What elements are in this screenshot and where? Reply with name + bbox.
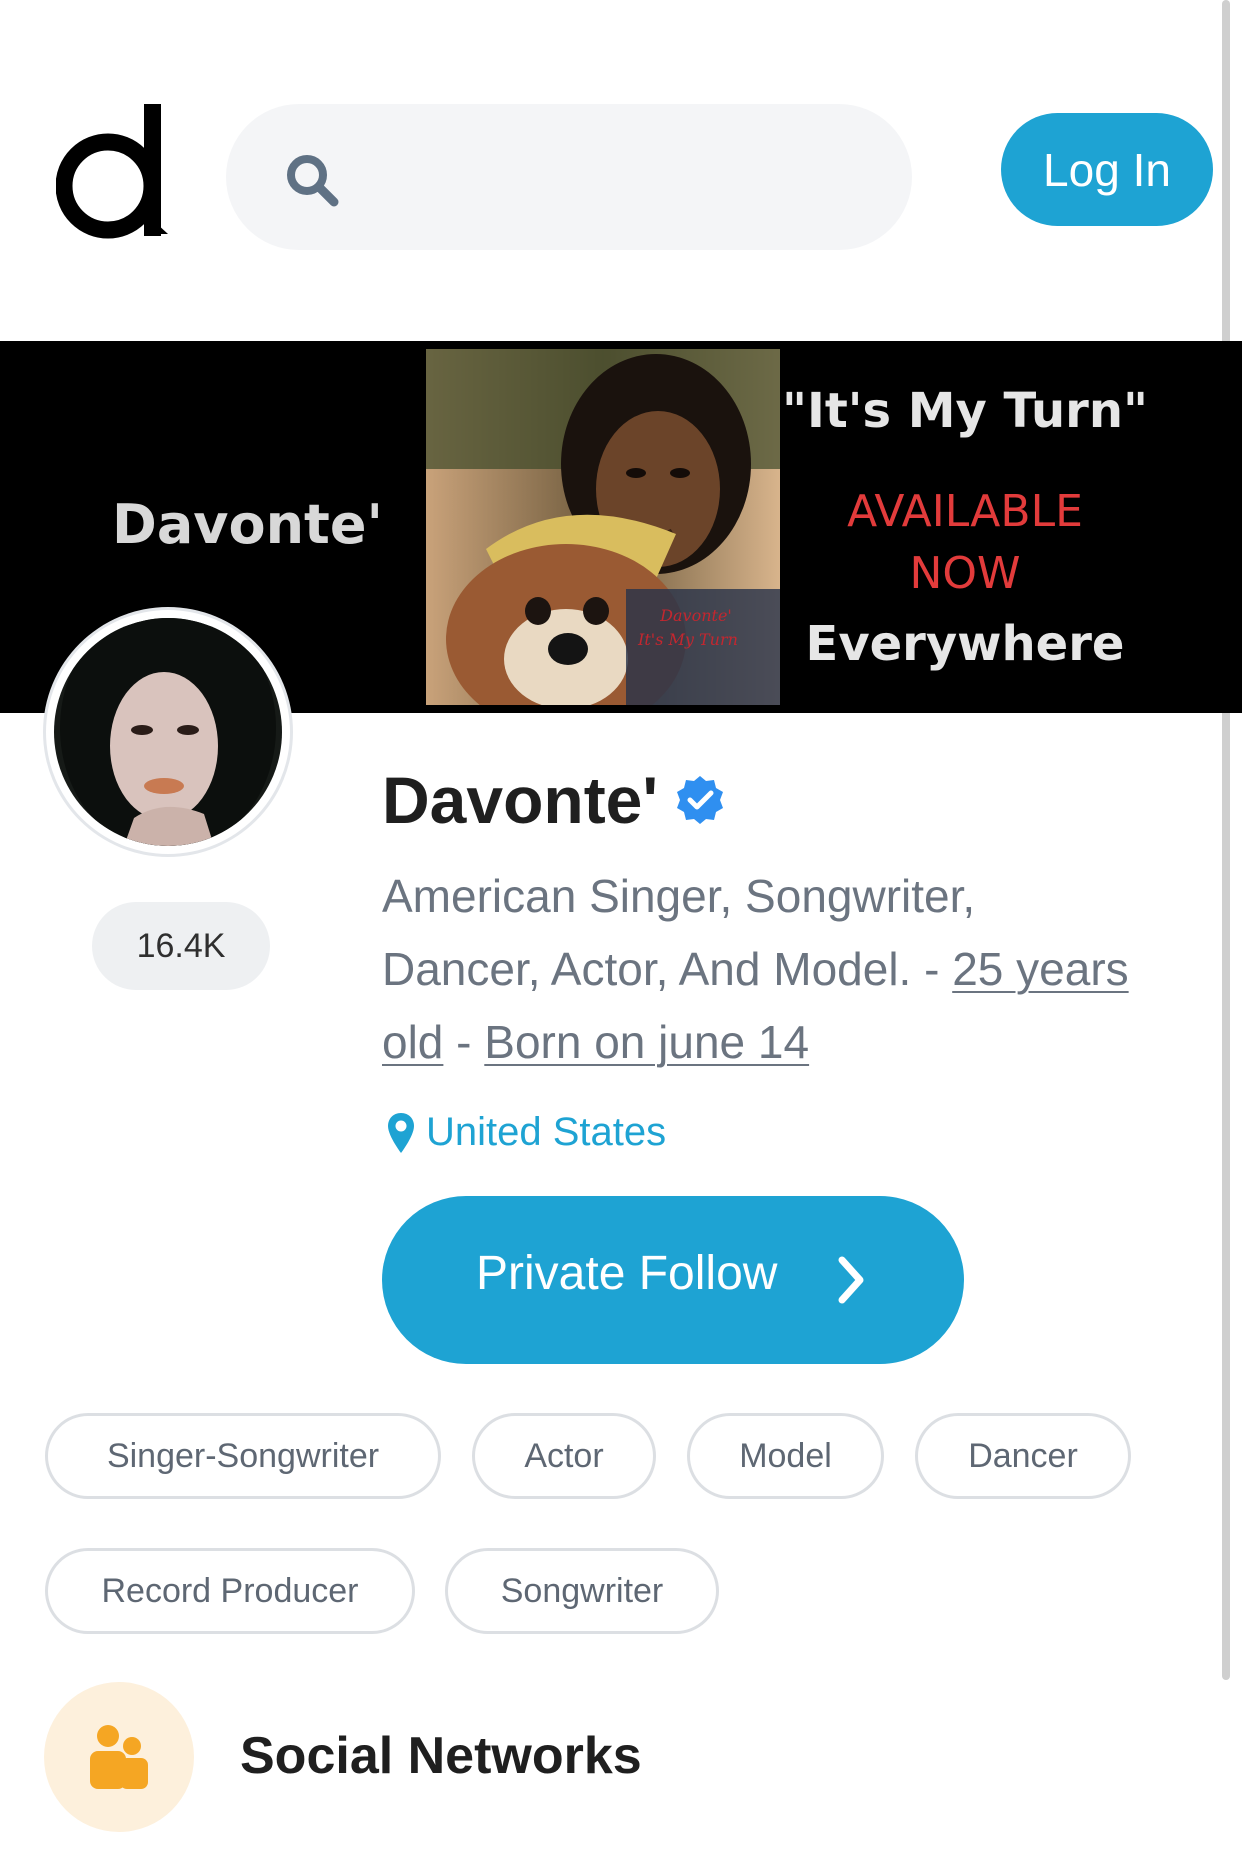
- banner-available: AVAILABLE NOW: [780, 481, 1150, 605]
- avatar[interactable]: [46, 610, 290, 854]
- search-icon: [287, 155, 339, 207]
- bio-separator: -: [443, 1016, 485, 1068]
- users-icon: [90, 1725, 148, 1789]
- tag-record-producer[interactable]: Record Producer: [45, 1548, 415, 1634]
- location-label: United States: [426, 1110, 667, 1154]
- followers-count[interactable]: 16.4K: [92, 902, 270, 990]
- tag-model[interactable]: Model: [687, 1413, 884, 1499]
- bio-text: American Singer, Songwriter, Dancer, Act…: [382, 870, 976, 995]
- app-logo-icon[interactable]: [56, 100, 172, 240]
- verified-badge-icon: [677, 776, 724, 824]
- tag-dancer[interactable]: Dancer: [915, 1413, 1131, 1499]
- banner-artist-name: Davonte': [112, 493, 383, 556]
- banner-available-line2: NOW: [909, 548, 1021, 599]
- profile-name: Davonte': [382, 763, 659, 837]
- chevron-right-icon: [838, 1256, 864, 1304]
- login-button[interactable]: Log In: [1001, 113, 1213, 226]
- social-networks-title: Social Networks: [240, 1727, 642, 1785]
- tag-songwriter[interactable]: Songwriter: [445, 1548, 719, 1634]
- birthday-link[interactable]: Born on june 14: [484, 1016, 809, 1068]
- private-follow-button[interactable]: Private Follow: [382, 1196, 964, 1364]
- banner-everywhere: Everywhere: [805, 616, 1125, 672]
- search-input[interactable]: [366, 104, 872, 252]
- search-bar[interactable]: [226, 104, 912, 252]
- banner-song-title: "It's My Turn": [781, 383, 1149, 439]
- avatar-image: [54, 618, 282, 846]
- cover-text-title: It's My Turn: [637, 630, 738, 649]
- tag-actor[interactable]: Actor: [472, 1413, 656, 1499]
- cover-text-artist: Davonte': [659, 606, 732, 625]
- scrollbar[interactable]: [1222, 0, 1230, 1680]
- banner-available-line1: AVAILABLE: [847, 486, 1083, 537]
- profile-name-row: Davonte': [382, 762, 726, 838]
- social-networks-icon-badge: [44, 1682, 194, 1832]
- private-follow-label: Private Follow: [476, 1247, 778, 1300]
- tag-singer-songwriter[interactable]: Singer-Songwriter: [45, 1413, 441, 1499]
- profile-bio: American Singer, Songwriter, Dancer, Act…: [382, 860, 1142, 1079]
- map-pin-icon: [388, 1112, 414, 1153]
- location-link[interactable]: United States: [386, 1110, 666, 1155]
- banner-cover-image: Davonte' It's My Turn: [426, 349, 780, 705]
